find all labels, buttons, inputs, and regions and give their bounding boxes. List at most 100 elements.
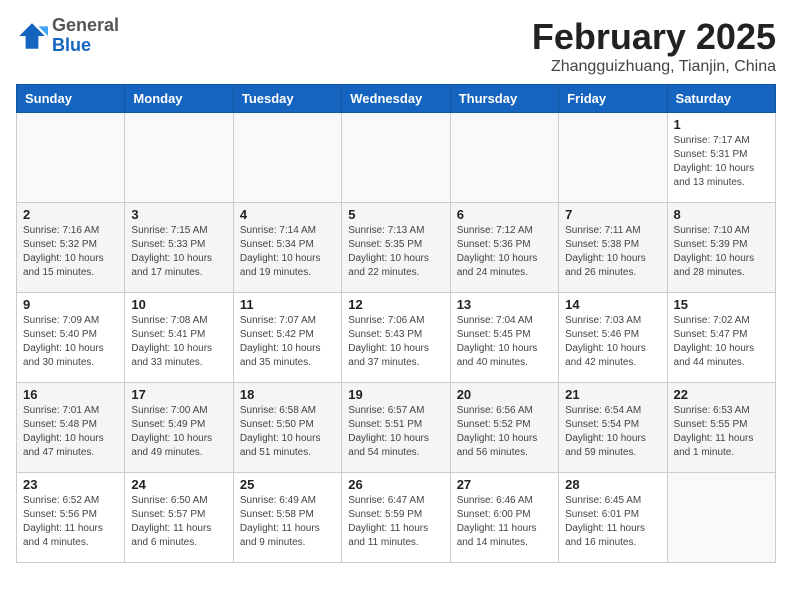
calendar-cell: 20 Sunrise: 6:56 AM Sunset: 5:52 PM Dayli… — [450, 383, 558, 473]
day-info: Sunrise: 6:58 AM Sunset: 5:50 PM Dayligh… — [240, 404, 335, 460]
day-number: 14 — [565, 297, 660, 312]
day-info: Sunrise: 7:08 AM Sunset: 5:41 PM Dayligh… — [131, 314, 226, 370]
day-number: 26 — [348, 477, 443, 492]
calendar-cell — [559, 113, 667, 203]
day-number: 3 — [131, 207, 226, 222]
calendar-cell: 13 Sunrise: 7:04 AM Sunset: 5:45 PM Dayli… — [450, 293, 558, 383]
day-number: 13 — [457, 297, 552, 312]
calendar-cell: 15Sunrise: 7:02 AM Sunset: 5:47 PM Dayli… — [667, 293, 775, 383]
day-number: 7 — [565, 207, 660, 222]
day-info: Sunrise: 6:54 AM Sunset: 5:54 PM Dayligh… — [565, 404, 660, 460]
calendar-cell: 10 Sunrise: 7:08 AM Sunset: 5:41 PM Dayli… — [125, 293, 233, 383]
logo: General Blue — [16, 16, 119, 56]
calendar-cell — [342, 113, 450, 203]
calendar-cell — [17, 113, 125, 203]
day-number: 5 — [348, 207, 443, 222]
day-number: 28 — [565, 477, 660, 492]
day-info: Sunrise: 6:49 AM Sunset: 5:58 PM Dayligh… — [240, 494, 335, 550]
day-info: Sunrise: 7:06 AM Sunset: 5:43 PM Dayligh… — [348, 314, 443, 370]
calendar-cell: 16 Sunrise: 7:01 AM Sunset: 5:48 PM Dayli… — [17, 383, 125, 473]
day-number: 15 — [674, 297, 769, 312]
calendar-cell: 5Sunrise: 7:13 AM Sunset: 5:35 PM Daylig… — [342, 203, 450, 293]
calendar-cell: 22 Sunrise: 6:53 AM Sunset: 5:55 PM Dayli… — [667, 383, 775, 473]
day-info: Sunrise: 6:57 AM Sunset: 5:51 PM Dayligh… — [348, 404, 443, 460]
day-number: 16 — [23, 387, 118, 402]
page-header: General Blue February 2025 Zhangguizhuan… — [16, 16, 776, 76]
day-info: Sunrise: 6:52 AM Sunset: 5:56 PM Dayligh… — [23, 494, 118, 550]
calendar-week-row: 16 Sunrise: 7:01 AM Sunset: 5:48 PM Dayli… — [17, 383, 776, 473]
calendar-subtitle: Zhangguizhuang, Tianjin, China — [532, 58, 776, 76]
day-number: 25 — [240, 477, 335, 492]
calendar-cell: 3 Sunrise: 7:15 AM Sunset: 5:33 PM Daylig… — [125, 203, 233, 293]
day-number: 11 — [240, 297, 335, 312]
title-block: February 2025 Zhangguizhuang, Tianjin, C… — [532, 16, 776, 76]
weekday-header-friday: Friday — [559, 85, 667, 113]
calendar-cell: 23 Sunrise: 6:52 AM Sunset: 5:56 PM Dayli… — [17, 473, 125, 563]
day-info: Sunrise: 7:14 AM Sunset: 5:34 PM Dayligh… — [240, 224, 335, 280]
calendar-cell: 12Sunrise: 7:06 AM Sunset: 5:43 PM Dayli… — [342, 293, 450, 383]
day-number: 21 — [565, 387, 660, 402]
calendar-cell: 11 Sunrise: 7:07 AM Sunset: 5:42 PM Dayli… — [233, 293, 341, 383]
day-number: 20 — [457, 387, 552, 402]
day-number: 18 — [240, 387, 335, 402]
calendar-cell: 28 Sunrise: 6:45 AM Sunset: 6:01 PM Dayli… — [559, 473, 667, 563]
calendar-cell: 17 Sunrise: 7:00 AM Sunset: 5:49 PM Dayli… — [125, 383, 233, 473]
day-info: Sunrise: 7:16 AM Sunset: 5:32 PM Dayligh… — [23, 224, 118, 280]
weekday-header-sunday: Sunday — [17, 85, 125, 113]
day-number: 8 — [674, 207, 769, 222]
calendar-week-row: 1 Sunrise: 7:17 AM Sunset: 5:31 PM Daylig… — [17, 113, 776, 203]
day-number: 9 — [23, 297, 118, 312]
calendar-cell: 9 Sunrise: 7:09 AM Sunset: 5:40 PM Daylig… — [17, 293, 125, 383]
calendar-cell: 7 Sunrise: 7:11 AM Sunset: 5:38 PM Daylig… — [559, 203, 667, 293]
logo-blue: Blue — [52, 36, 119, 56]
calendar-week-row: 2 Sunrise: 7:16 AM Sunset: 5:32 PM Daylig… — [17, 203, 776, 293]
calendar-cell — [667, 473, 775, 563]
day-info: Sunrise: 7:11 AM Sunset: 5:38 PM Dayligh… — [565, 224, 660, 280]
day-info: Sunrise: 7:09 AM Sunset: 5:40 PM Dayligh… — [23, 314, 118, 370]
day-number: 1 — [674, 117, 769, 132]
calendar-cell: 4 Sunrise: 7:14 AM Sunset: 5:34 PM Daylig… — [233, 203, 341, 293]
calendar-cell: 25 Sunrise: 6:49 AM Sunset: 5:58 PM Dayli… — [233, 473, 341, 563]
weekday-header-tuesday: Tuesday — [233, 85, 341, 113]
calendar-cell: 14Sunrise: 7:03 AM Sunset: 5:46 PM Dayli… — [559, 293, 667, 383]
day-info: Sunrise: 7:15 AM Sunset: 5:33 PM Dayligh… — [131, 224, 226, 280]
day-info: Sunrise: 6:47 AM Sunset: 5:59 PM Dayligh… — [348, 494, 443, 550]
day-number: 24 — [131, 477, 226, 492]
logo-icon — [16, 20, 48, 52]
weekday-header-thursday: Thursday — [450, 85, 558, 113]
calendar-cell: 27Sunrise: 6:46 AM Sunset: 6:00 PM Dayli… — [450, 473, 558, 563]
calendar-week-row: 23 Sunrise: 6:52 AM Sunset: 5:56 PM Dayli… — [17, 473, 776, 563]
day-info: Sunrise: 7:04 AM Sunset: 5:45 PM Dayligh… — [457, 314, 552, 370]
day-number: 4 — [240, 207, 335, 222]
calendar-title: February 2025 — [532, 16, 776, 58]
day-info: Sunrise: 7:01 AM Sunset: 5:48 PM Dayligh… — [23, 404, 118, 460]
calendar-cell: 24Sunrise: 6:50 AM Sunset: 5:57 PM Dayli… — [125, 473, 233, 563]
day-number: 22 — [674, 387, 769, 402]
calendar-cell — [233, 113, 341, 203]
day-number: 10 — [131, 297, 226, 312]
day-number: 6 — [457, 207, 552, 222]
day-number: 19 — [348, 387, 443, 402]
calendar-table: SundayMondayTuesdayWednesdayThursdayFrid… — [16, 84, 776, 563]
day-info: Sunrise: 7:17 AM Sunset: 5:31 PM Dayligh… — [674, 134, 769, 190]
calendar-cell: 26 Sunrise: 6:47 AM Sunset: 5:59 PM Dayli… — [342, 473, 450, 563]
day-info: Sunrise: 6:45 AM Sunset: 6:01 PM Dayligh… — [565, 494, 660, 550]
calendar-cell: 21 Sunrise: 6:54 AM Sunset: 5:54 PM Dayli… — [559, 383, 667, 473]
calendar-cell: 2 Sunrise: 7:16 AM Sunset: 5:32 PM Daylig… — [17, 203, 125, 293]
day-number: 17 — [131, 387, 226, 402]
day-number: 23 — [23, 477, 118, 492]
calendar-cell: 6Sunrise: 7:12 AM Sunset: 5:36 PM Daylig… — [450, 203, 558, 293]
day-info: Sunrise: 7:00 AM Sunset: 5:49 PM Dayligh… — [131, 404, 226, 460]
calendar-week-row: 9 Sunrise: 7:09 AM Sunset: 5:40 PM Daylig… — [17, 293, 776, 383]
calendar-cell — [450, 113, 558, 203]
day-info: Sunrise: 6:53 AM Sunset: 5:55 PM Dayligh… — [674, 404, 769, 460]
calendar-cell: 8 Sunrise: 7:10 AM Sunset: 5:39 PM Daylig… — [667, 203, 775, 293]
day-number: 2 — [23, 207, 118, 222]
day-info: Sunrise: 7:07 AM Sunset: 5:42 PM Dayligh… — [240, 314, 335, 370]
calendar-cell: 1 Sunrise: 7:17 AM Sunset: 5:31 PM Daylig… — [667, 113, 775, 203]
calendar-cell — [125, 113, 233, 203]
weekday-header-saturday: Saturday — [667, 85, 775, 113]
day-info: Sunrise: 7:10 AM Sunset: 5:39 PM Dayligh… — [674, 224, 769, 280]
day-info: Sunrise: 6:56 AM Sunset: 5:52 PM Dayligh… — [457, 404, 552, 460]
weekday-header-monday: Monday — [125, 85, 233, 113]
